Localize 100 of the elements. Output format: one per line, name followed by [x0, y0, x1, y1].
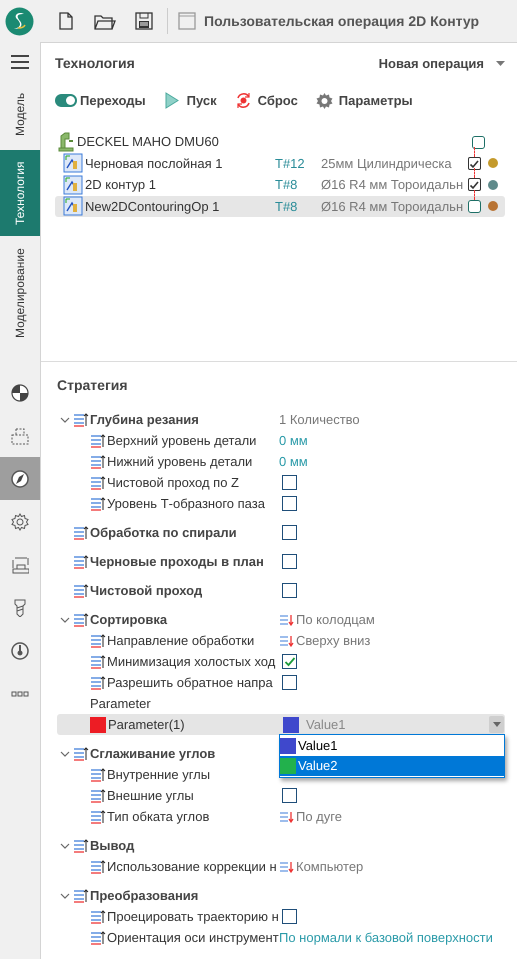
- group-label: Обработка по спирали: [90, 524, 237, 542]
- chevron-icon[interactable]: [60, 842, 70, 848]
- tool-number: T#8: [275, 176, 298, 194]
- new-file-icon[interactable]: [57, 12, 75, 30]
- settings-icon: [316, 92, 333, 110]
- property-label: Направление обработки: [107, 632, 254, 650]
- fixture-icon: [11, 556, 29, 574]
- tool-name: Ø16 R4 мм Тороидальн: [320, 198, 463, 216]
- property-label: Parameter(1): [108, 716, 185, 734]
- play-icon: [164, 92, 181, 110]
- reset-button[interactable]: Сброс: [234, 91, 298, 110]
- operation-name: Черновая послойная 1: [85, 154, 224, 173]
- menu-icon[interactable]: [11, 55, 29, 69]
- toolpath-icon: [279, 810, 294, 824]
- property-label: Внешние углы: [107, 786, 194, 805]
- dropdown-option[interactable]: Value1: [280, 736, 504, 756]
- run-button[interactable]: Пуск: [164, 91, 217, 110]
- save-icon[interactable]: [135, 12, 153, 30]
- checkbox[interactable]: [282, 788, 297, 803]
- property-value: 1 Количество: [279, 410, 360, 429]
- tool-number: T#8: [275, 198, 298, 216]
- new-operation-dropdown[interactable]: Новая операция: [378, 54, 505, 74]
- side-tab[interactable]: Технология: [0, 150, 40, 236]
- group-label: Вывод: [90, 836, 134, 855]
- toggle-switch[interactable]: [55, 94, 77, 108]
- checkbox[interactable]: [472, 136, 484, 148]
- checkbox[interactable]: [282, 675, 297, 690]
- tool-name: 25мм Цилиндрическа: [320, 154, 453, 173]
- toolpath-icon: [90, 454, 106, 470]
- toolpath-icon: [90, 432, 106, 448]
- panel-title: Технология: [55, 54, 135, 73]
- operation-icon: [63, 153, 83, 174]
- toolpath-icon: [73, 412, 89, 428]
- property-value: По дуге: [296, 808, 342, 826]
- checkbox[interactable]: [282, 583, 297, 598]
- toolpath-icon: [73, 888, 89, 904]
- toolpath-icon: [90, 766, 106, 782]
- checkbox[interactable]: [282, 496, 297, 511]
- checkbox[interactable]: [282, 475, 297, 490]
- property-label: Разрешить обратное напра: [107, 674, 273, 692]
- property-label: Ориентация оси инструмент: [107, 928, 279, 947]
- property-value: 0 мм: [279, 432, 308, 450]
- quadrant-icon: [11, 384, 29, 402]
- checkbox[interactable]: [282, 525, 297, 540]
- toolpath-icon: [279, 634, 294, 648]
- dropdown-button[interactable]: [489, 716, 504, 733]
- gear-icon: [11, 512, 29, 530]
- toolpath-icon: [90, 858, 106, 874]
- property-label: Нижний уровень детали: [107, 452, 252, 471]
- property-label: Минимизация холостых ход: [107, 652, 276, 671]
- window-icon: [178, 12, 196, 30]
- settings-button[interactable]: Параметры: [316, 91, 413, 110]
- property-label: Верхний уровень детали: [107, 432, 256, 450]
- toolpath-icon: [90, 788, 106, 804]
- reset-icon: [234, 92, 252, 110]
- checkbox[interactable]: [468, 200, 480, 213]
- toolpath-icon: [90, 908, 106, 924]
- checkbox[interactable]: [282, 654, 297, 669]
- property-value: По нормали к базовой поверхности: [279, 928, 493, 947]
- toolpath-icon: [90, 632, 106, 648]
- toolpath-icon: [90, 496, 106, 512]
- chevron-icon[interactable]: [60, 416, 70, 422]
- toolpath-icon: [73, 582, 89, 598]
- toolpath-icon: [73, 746, 89, 762]
- chevron-icon[interactable]: [60, 892, 70, 898]
- property-label: Использование коррекции н: [107, 858, 277, 876]
- caret-icon: [496, 61, 505, 66]
- machine-name: DECKEL MAHO DMU60: [77, 133, 220, 152]
- dropdown-option[interactable]: Value2: [280, 756, 504, 776]
- group-label: Сглаживание углов: [90, 744, 216, 763]
- property-label: Чистовой проход по Z: [107, 474, 239, 492]
- group-label: Сортировка: [90, 610, 168, 629]
- toolpath-icon: [73, 524, 89, 540]
- toolpath-icon: [90, 808, 106, 824]
- toggle-label: Переходы: [80, 92, 146, 110]
- checkbox[interactable]: [282, 909, 297, 924]
- checkbox[interactable]: [282, 554, 297, 569]
- toolpath-icon: [279, 860, 294, 874]
- compass-icon: [11, 470, 29, 488]
- checkbox[interactable]: [468, 178, 480, 192]
- caret-icon: [492, 722, 500, 727]
- group-label: Чистовой проход: [90, 582, 202, 600]
- side-tab[interactable]: Моделирование: [0, 243, 40, 343]
- toolpath-icon: [73, 554, 89, 570]
- toolpath-icon: [90, 654, 106, 670]
- side-tab[interactable]: Модель: [0, 86, 40, 143]
- machine-icon: [57, 132, 75, 152]
- operation-icon: [63, 174, 83, 195]
- toolpath-icon: [279, 612, 294, 626]
- checkbox[interactable]: [468, 156, 480, 170]
- chevron-icon[interactable]: [60, 750, 70, 756]
- toolpath-icon: [73, 612, 89, 628]
- tool-name: Ø16 R4 мм Тороидальн: [320, 176, 463, 194]
- operation-name: New2DContouringOp 1: [85, 198, 220, 216]
- group-label: Преобразования: [90, 886, 198, 905]
- toolpath-icon: [90, 930, 106, 946]
- chevron-icon[interactable]: [60, 616, 70, 622]
- operation-name: 2D контур 1: [85, 176, 157, 194]
- section-title: Стратегия: [57, 376, 129, 395]
- property-value: Сверху вниз: [296, 632, 370, 650]
